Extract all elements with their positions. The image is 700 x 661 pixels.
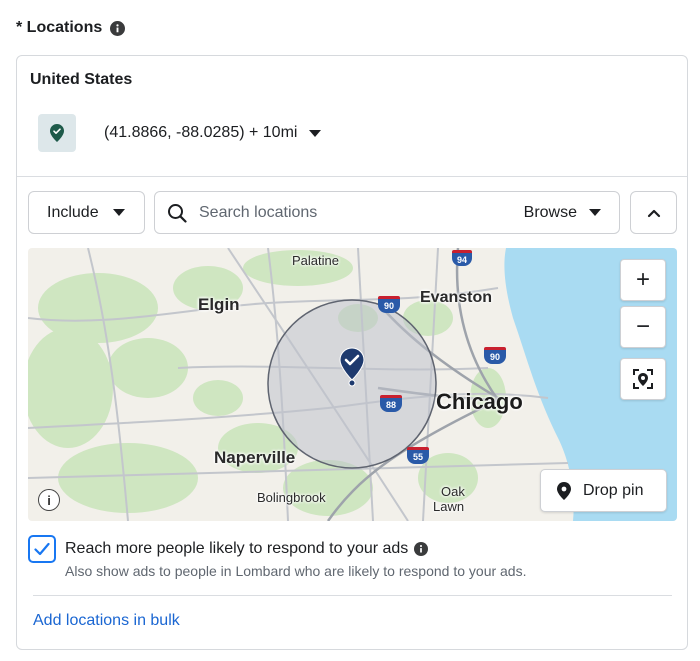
browse-label: Browse [523,203,577,221]
reach-description: Also show ads to people in Lombard who a… [65,563,527,579]
checkmark-icon [34,542,50,556]
info-icon[interactable] [414,542,429,556]
reach-label-row: Reach more people likely to respond to y… [65,540,429,558]
map-label-elgin: Elgin [198,295,240,314]
divider [33,595,672,596]
highway-shield-90: 90 [484,347,506,364]
search-locations-field[interactable]: Search locations Browse [154,191,620,234]
caret-down-icon [589,209,601,216]
map-label-chicago: Chicago [436,389,523,414]
location-pin-icon [50,124,64,142]
location-pin-badge [38,114,76,152]
search-input[interactable]: Search locations [199,204,524,222]
reach-label: Reach more people likely to respond to y… [65,540,409,557]
drop-pin-label: Drop pin [583,481,644,499]
zoom-out-button[interactable]: − [620,306,666,348]
recenter-button[interactable] [620,358,666,400]
locations-header: * Locations [16,18,126,38]
minus-icon: − [635,313,650,340]
map-label-bolingbrook: Bolingbrook [257,490,326,505]
info-icon[interactable] [110,20,126,36]
highway-shield-55: 55 [407,447,429,464]
include-label: Include [47,203,99,221]
locations-title: * Locations [16,19,103,36]
browse-dropdown[interactable]: Browse [524,204,601,222]
caret-down-icon [112,209,125,216]
highway-shield-90: 90 [378,296,400,313]
map-label-palatine: Palatine [292,253,339,268]
selected-location-dropdown[interactable]: (41.8866, -88.0285) + 10mi [104,124,322,142]
caret-down-icon [309,129,322,137]
map-label-oak: Oak [441,484,465,499]
map-label-lawn: Lawn [433,499,465,514]
include-dropdown[interactable]: Include [28,191,145,234]
selected-location-text: (41.8866, -88.0285) + 10mi [104,124,298,141]
collapse-button[interactable] [630,191,677,234]
map-label-naperville: Naperville [214,448,296,467]
plus-icon: + [635,266,650,293]
country-label: United States [30,71,133,88]
pin-icon [557,481,571,500]
search-icon [168,203,187,223]
reach-checkbox[interactable] [28,535,56,563]
drop-pin-button[interactable]: Drop pin [540,469,667,512]
map-info-icon[interactable]: i [38,489,60,511]
highway-shield-94: 94 [452,250,472,266]
map-location-pin-icon [339,347,365,387]
highway-shield-88: 88 [380,395,402,412]
recenter-icon [633,369,653,389]
chevron-up-icon [647,209,660,217]
zoom-in-button[interactable]: + [620,259,666,301]
divider [17,176,687,177]
map-label-evanston: Evanston [420,289,493,306]
add-locations-bulk-link[interactable]: Add locations in bulk [33,612,180,630]
